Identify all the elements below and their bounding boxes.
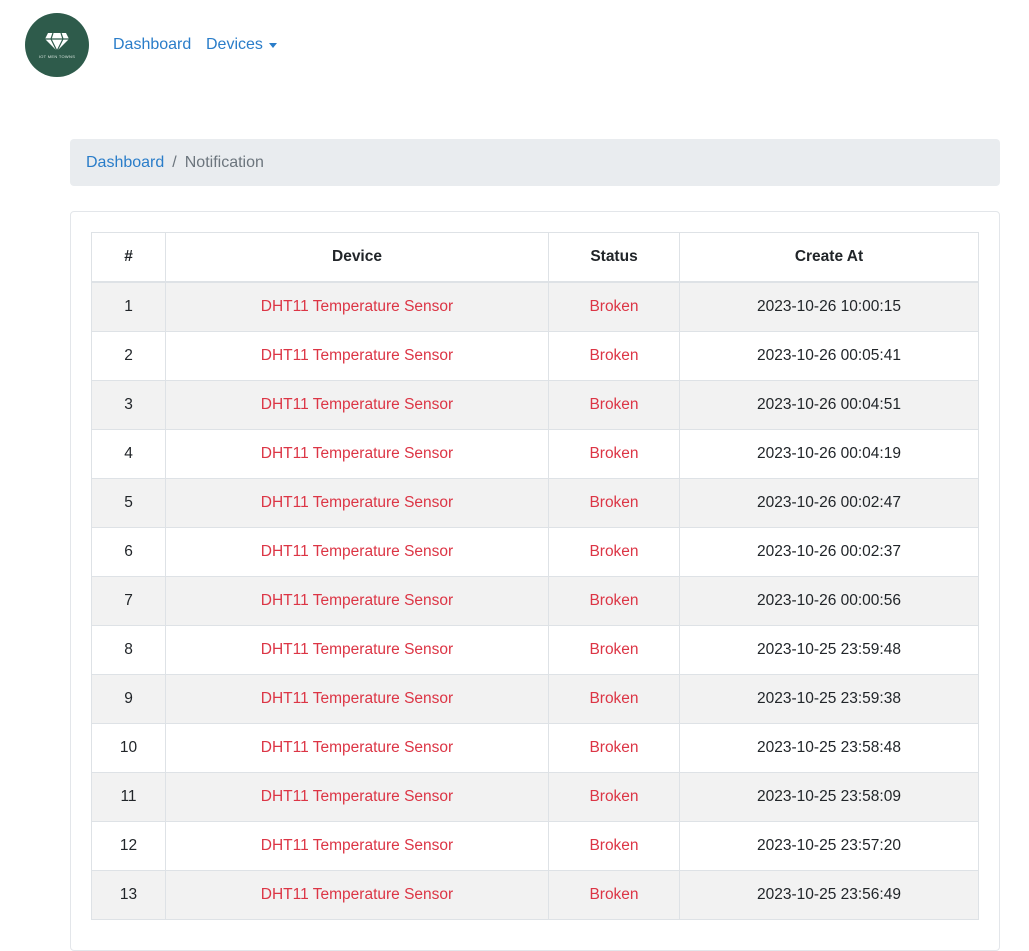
row-created-at: 2023-10-25 23:57:20: [679, 821, 979, 871]
navbar: IOT MEN TOWNS Dashboard Devices: [0, 0, 1029, 90]
breadcrumb-dashboard-link[interactable]: Dashboard: [86, 154, 164, 172]
row-status: Broken: [548, 429, 680, 479]
table-row: 3 DHT11 Temperature Sensor Broken 2023-1…: [91, 380, 979, 430]
header-status: Status: [548, 232, 680, 283]
row-status: Broken: [548, 281, 680, 332]
row-created-at: 2023-10-26 00:02:47: [679, 478, 979, 528]
table-row: 5 DHT11 Temperature Sensor Broken 2023-1…: [91, 478, 979, 528]
row-number: 10: [91, 723, 166, 773]
header-number: #: [91, 232, 166, 283]
row-status: Broken: [548, 331, 680, 381]
table-row: 9 DHT11 Temperature Sensor Broken 2023-1…: [91, 674, 979, 724]
row-number: 13: [91, 870, 166, 920]
row-status: Broken: [548, 870, 680, 920]
row-device: DHT11 Temperature Sensor: [165, 772, 549, 822]
table-row: 6 DHT11 Temperature Sensor Broken 2023-1…: [91, 527, 979, 577]
nav-dashboard-link[interactable]: Dashboard: [113, 35, 191, 55]
nav-devices-dropdown[interactable]: Devices: [206, 35, 277, 55]
row-status: Broken: [548, 674, 680, 724]
table-row: 12 DHT11 Temperature Sensor Broken 2023-…: [91, 821, 979, 871]
table-row: 7 DHT11 Temperature Sensor Broken 2023-1…: [91, 576, 979, 626]
row-created-at: 2023-10-25 23:59:48: [679, 625, 979, 675]
table-row: 4 DHT11 Temperature Sensor Broken 2023-1…: [91, 429, 979, 479]
row-created-at: 2023-10-25 23:58:48: [679, 723, 979, 773]
row-created-at: 2023-10-26 00:04:51: [679, 380, 979, 430]
table-row: 13 DHT11 Temperature Sensor Broken 2023-…: [91, 870, 979, 920]
table-row: 2 DHT11 Temperature Sensor Broken 2023-1…: [91, 331, 979, 381]
header-device: Device: [165, 232, 549, 283]
logo-text: IOT MEN TOWNS: [38, 53, 76, 59]
row-status: Broken: [548, 723, 680, 773]
row-status: Broken: [548, 527, 680, 577]
row-status: Broken: [548, 625, 680, 675]
row-device: DHT11 Temperature Sensor: [165, 527, 549, 577]
row-number: 12: [91, 821, 166, 871]
breadcrumb-separator: /: [172, 153, 177, 171]
breadcrumb-current: Notification: [184, 153, 264, 171]
table-row: 8 DHT11 Temperature Sensor Broken 2023-1…: [91, 625, 979, 675]
row-number: 2: [91, 331, 166, 381]
row-device: DHT11 Temperature Sensor: [165, 821, 549, 871]
row-number: 8: [91, 625, 166, 675]
row-number: 3: [91, 380, 166, 430]
row-number: 7: [91, 576, 166, 626]
row-device: DHT11 Temperature Sensor: [165, 380, 549, 430]
row-device: DHT11 Temperature Sensor: [165, 870, 549, 920]
notification-table: # Device Status Create At 1 DHT11 Temper…: [91, 232, 979, 920]
row-number: 1: [91, 281, 166, 332]
row-device: DHT11 Temperature Sensor: [165, 625, 549, 675]
table-row: 11 DHT11 Temperature Sensor Broken 2023-…: [91, 772, 979, 822]
row-created-at: 2023-10-25 23:59:38: [679, 674, 979, 724]
row-status: Broken: [548, 576, 680, 626]
table-row: 10 DHT11 Temperature Sensor Broken 2023-…: [91, 723, 979, 773]
header-create-at: Create At: [679, 232, 979, 283]
diamond-icon: [45, 32, 69, 52]
row-status: Broken: [548, 478, 680, 528]
row-device: DHT11 Temperature Sensor: [165, 478, 549, 528]
row-created-at: 2023-10-26 00:04:19: [679, 429, 979, 479]
row-device: DHT11 Temperature Sensor: [165, 429, 549, 479]
row-device: DHT11 Temperature Sensor: [165, 674, 549, 724]
row-created-at: 2023-10-26 10:00:15: [679, 281, 979, 332]
row-status: Broken: [548, 821, 680, 871]
logo[interactable]: IOT MEN TOWNS: [25, 13, 89, 77]
table-row: 1 DHT11 Temperature Sensor Broken 2023-1…: [91, 281, 979, 332]
table-header-row: # Device Status Create At: [91, 232, 979, 283]
row-number: 4: [91, 429, 166, 479]
nav-devices-label: Devices: [206, 36, 263, 53]
row-created-at: 2023-10-26 00:05:41: [679, 331, 979, 381]
row-device: DHT11 Temperature Sensor: [165, 576, 549, 626]
row-created-at: 2023-10-26 00:00:56: [679, 576, 979, 626]
row-created-at: 2023-10-25 23:58:09: [679, 772, 979, 822]
row-number: 6: [91, 527, 166, 577]
breadcrumb: Dashboard / Notification: [70, 139, 1000, 186]
row-status: Broken: [548, 380, 680, 430]
row-created-at: 2023-10-26 00:02:37: [679, 527, 979, 577]
row-created-at: 2023-10-25 23:56:49: [679, 870, 979, 920]
caret-down-icon: [268, 42, 277, 48]
row-device: DHT11 Temperature Sensor: [165, 281, 549, 332]
row-number: 9: [91, 674, 166, 724]
row-device: DHT11 Temperature Sensor: [165, 331, 549, 381]
row-number: 11: [91, 772, 166, 822]
row-status: Broken: [548, 772, 680, 822]
row-number: 5: [91, 478, 166, 528]
row-device: DHT11 Temperature Sensor: [165, 723, 549, 773]
